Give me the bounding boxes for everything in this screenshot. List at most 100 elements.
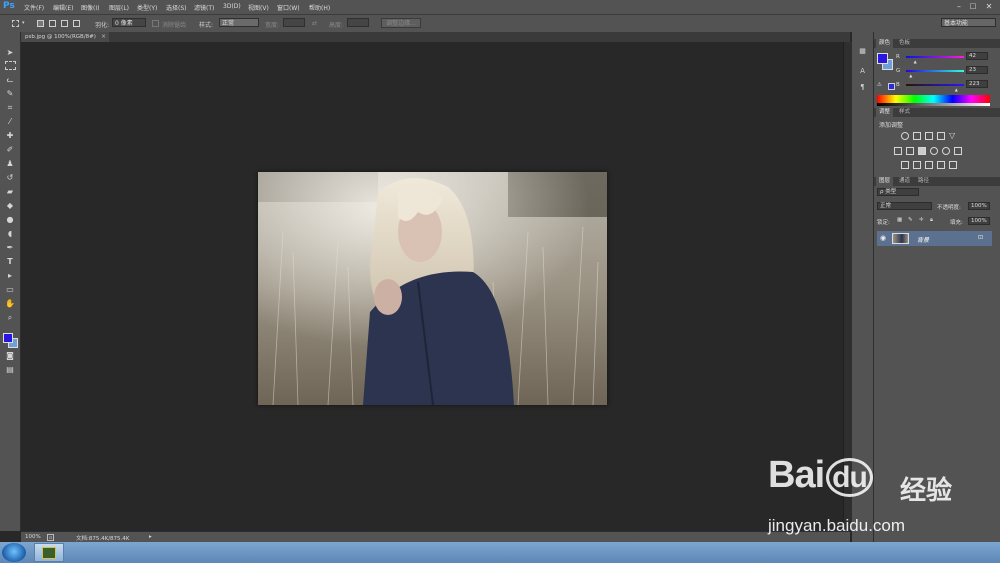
lasso-tool-icon[interactable]: ᓚ bbox=[4, 74, 16, 86]
color-balance-icon[interactable] bbox=[906, 147, 914, 155]
menu-type[interactable]: 类型(Y) bbox=[137, 3, 157, 12]
paragraph-panel-icon[interactable]: ¶ bbox=[857, 82, 868, 93]
channel-g-slider[interactable] bbox=[906, 70, 964, 72]
channel-mixer-icon[interactable] bbox=[942, 147, 950, 155]
color-spectrum-bar[interactable] bbox=[877, 95, 990, 103]
menu-filter[interactable]: 滤镜(T) bbox=[194, 3, 214, 12]
channel-b-value[interactable]: 223 bbox=[966, 80, 988, 88]
menu-edit[interactable]: 编辑(E) bbox=[53, 3, 73, 12]
levels-icon[interactable] bbox=[913, 132, 921, 140]
crop-tool-icon[interactable]: ⌗ bbox=[4, 102, 16, 114]
tab-channels[interactable]: 通道 bbox=[896, 177, 913, 186]
color-foreground-swatch[interactable] bbox=[877, 53, 888, 64]
tab-layers[interactable]: 图层 bbox=[876, 177, 894, 186]
channel-b-thumb[interactable]: ▲ bbox=[955, 87, 958, 92]
eyedropper-tool-icon[interactable]: ⁄ bbox=[4, 116, 16, 128]
height-input[interactable] bbox=[347, 18, 369, 27]
move-tool-icon[interactable]: ➤ bbox=[4, 47, 16, 59]
threshold-icon[interactable] bbox=[925, 161, 933, 169]
menu-image[interactable]: 图像(I) bbox=[81, 3, 99, 12]
menu-3d[interactable]: 3D(D) bbox=[223, 3, 241, 10]
healing-brush-tool-icon[interactable]: ✚ bbox=[4, 130, 16, 142]
grayscale-ramp[interactable] bbox=[877, 103, 990, 106]
tab-adjustments[interactable]: 调整 bbox=[876, 108, 894, 117]
screen-mode-icon[interactable]: ▤ bbox=[4, 364, 16, 376]
type-tool-icon[interactable]: T bbox=[4, 256, 16, 268]
marquee-tool-preset-icon[interactable] bbox=[12, 20, 19, 27]
document-tab[interactable]: psb.jpg @ 100%(RGB/8#) bbox=[21, 32, 109, 42]
subtract-from-selection-icon[interactable] bbox=[61, 20, 68, 27]
quick-mask-icon[interactable]: ◙ bbox=[4, 350, 16, 362]
lock-all-icon[interactable]: 🔒︎ bbox=[930, 217, 933, 224]
new-selection-icon[interactable] bbox=[37, 20, 44, 27]
history-panel-icon[interactable]: ▦ bbox=[857, 46, 868, 57]
menu-layer[interactable]: 图层(L) bbox=[109, 3, 129, 12]
feather-input[interactable]: 0 像素 bbox=[112, 18, 146, 27]
maximize-button[interactable]: □ bbox=[968, 2, 978, 12]
swap-icon[interactable]: ⇄ bbox=[312, 20, 317, 27]
selective-color-icon[interactable] bbox=[949, 161, 957, 169]
blur-tool-icon[interactable]: ● bbox=[4, 214, 16, 226]
brush-tool-icon[interactable]: ✐ bbox=[4, 144, 16, 156]
rectangle-tool-icon[interactable]: ▭ bbox=[4, 284, 16, 296]
clone-stamp-tool-icon[interactable]: ♟ bbox=[4, 158, 16, 170]
menu-help[interactable]: 帮助(H) bbox=[309, 3, 330, 12]
layer-row[interactable]: ◉ 背景 ⊡ bbox=[877, 231, 992, 246]
style-select[interactable]: 正常 bbox=[219, 18, 259, 27]
hue-saturation-icon[interactable] bbox=[894, 147, 902, 155]
export-icon[interactable]: ⊡ bbox=[47, 534, 55, 541]
channel-r-thumb[interactable]: ▲ bbox=[914, 59, 917, 64]
minimize-button[interactable]: – bbox=[954, 2, 964, 12]
warning-icon[interactable]: ⚠ bbox=[877, 82, 882, 88]
close-document-icon[interactable]: × bbox=[101, 32, 106, 42]
exposure-icon[interactable] bbox=[937, 132, 945, 140]
lock-image-icon[interactable]: ✎ bbox=[908, 217, 913, 223]
path-selection-tool-icon[interactable]: ▸ bbox=[4, 270, 16, 282]
add-to-selection-icon[interactable] bbox=[49, 20, 56, 27]
channel-b-slider[interactable] bbox=[906, 84, 964, 86]
workspace-select[interactable]: 基本功能 bbox=[941, 18, 996, 27]
lock-position-icon[interactable]: ✛ bbox=[919, 217, 924, 223]
intersect-selection-icon[interactable] bbox=[73, 20, 80, 27]
document-photo[interactable] bbox=[258, 172, 607, 405]
visibility-eye-icon[interactable]: ◉ bbox=[880, 234, 886, 242]
antialias-checkbox[interactable] bbox=[152, 20, 159, 27]
brightness-contrast-icon[interactable] bbox=[901, 132, 909, 140]
tab-swatches[interactable]: 色板 bbox=[896, 39, 913, 48]
layer-kind-filter[interactable]: ρ 类型 bbox=[877, 188, 919, 196]
gradient-map-icon[interactable] bbox=[937, 161, 945, 169]
fill-input[interactable]: 100% bbox=[968, 217, 990, 225]
foreground-color-swatch[interactable] bbox=[3, 333, 13, 343]
zoom-tool-icon[interactable]: ⌕ bbox=[4, 312, 16, 324]
channel-g-value[interactable]: 23 bbox=[966, 66, 988, 74]
layer-name[interactable]: 背景 bbox=[917, 235, 929, 244]
pen-tool-icon[interactable]: ✒ bbox=[4, 242, 16, 254]
vibrance-icon[interactable]: ▽ bbox=[949, 132, 957, 140]
chevron-down-icon[interactable]: ▾ bbox=[22, 20, 25, 26]
close-button[interactable]: ✕ bbox=[983, 2, 995, 12]
gamut-swatch[interactable] bbox=[888, 83, 895, 90]
zoom-level[interactable]: 100% bbox=[25, 534, 41, 540]
posterize-icon[interactable] bbox=[913, 161, 921, 169]
tab-paths[interactable]: 路径 bbox=[915, 177, 932, 186]
photo-filter-icon[interactable] bbox=[930, 147, 938, 155]
curves-icon[interactable] bbox=[925, 132, 933, 140]
start-orb-icon[interactable] bbox=[2, 543, 26, 562]
eraser-tool-icon[interactable]: ▰ bbox=[4, 186, 16, 198]
black-white-icon[interactable] bbox=[918, 147, 926, 155]
channel-r-slider[interactable] bbox=[906, 56, 964, 58]
quick-select-tool-icon[interactable]: ✎ bbox=[4, 88, 16, 100]
invert-icon[interactable] bbox=[901, 161, 909, 169]
menu-file[interactable]: 文件(F) bbox=[24, 3, 44, 12]
status-menu-arrow-icon[interactable]: ▸ bbox=[149, 534, 152, 540]
lock-transparent-icon[interactable]: ▦ bbox=[897, 217, 902, 223]
taskbar-photoshop-button[interactable] bbox=[34, 543, 64, 562]
hand-tool-icon[interactable]: ✋ bbox=[4, 298, 16, 310]
channel-g-thumb[interactable]: ▲ bbox=[909, 73, 912, 78]
menu-select[interactable]: 选择(S) bbox=[166, 3, 187, 12]
tab-color[interactable]: 颜色 bbox=[876, 39, 894, 48]
marquee-tool-icon[interactable] bbox=[5, 61, 16, 70]
width-input[interactable] bbox=[283, 18, 305, 27]
opacity-input[interactable]: 100% bbox=[968, 202, 990, 210]
refine-edge-button[interactable]: 调整边缘... bbox=[381, 18, 421, 28]
